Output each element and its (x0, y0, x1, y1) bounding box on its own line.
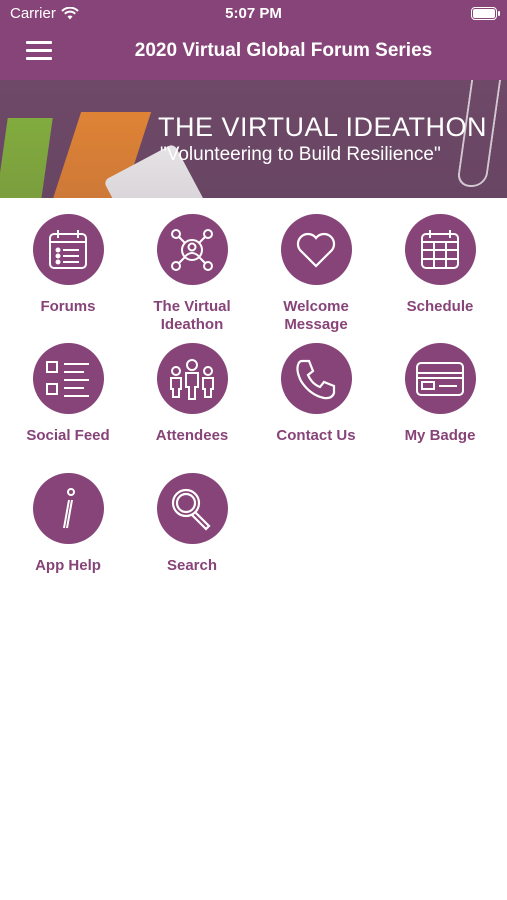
tile-label: Attendees (155, 427, 229, 444)
tile-welcome-message[interactable]: Welcome Message (254, 214, 378, 334)
calendar-grid-icon (404, 214, 476, 285)
info-icon (32, 473, 104, 544)
tile-my-badge[interactable]: My Badge (378, 343, 502, 445)
people-icon (156, 343, 228, 414)
clock: 5:07 PM (225, 5, 282, 22)
navigation-bar: 2020 Virtual Global Forum Series (0, 28, 507, 80)
feature-grid: Forums The Virtual Ideathon Welcome Mess… (0, 198, 507, 618)
tile-label: App Help (35, 557, 101, 574)
app-header: Carrier 5:07 PM 2020 Virtual Global Foru… (0, 0, 507, 80)
tile-label: Schedule (406, 298, 474, 315)
tile-label: Welcome Message (283, 298, 349, 333)
tile-label: Social Feed (26, 427, 110, 444)
battery-icon (471, 7, 500, 20)
checklist-icon (32, 343, 104, 414)
calendar-list-icon (32, 214, 104, 285)
heart-icon (280, 214, 352, 285)
tile-virtual-ideathon[interactable]: The Virtual Ideathon (130, 214, 254, 334)
tile-forums[interactable]: Forums (6, 214, 130, 316)
page-title: 2020 Virtual Global Forum Series (134, 40, 433, 61)
banner-headline: THE VIRTUAL IDEATHON (158, 112, 488, 142)
phone-icon (280, 343, 352, 414)
tile-schedule[interactable]: Schedule (378, 214, 502, 316)
badge-card-icon (404, 343, 476, 414)
tile-label: Forums (40, 298, 96, 315)
tile-label: My Badge (404, 427, 476, 444)
tile-label: The Virtual Ideathon (153, 298, 231, 333)
search-icon (156, 473, 228, 544)
status-bar: Carrier 5:07 PM (0, 0, 507, 28)
tile-social-feed[interactable]: Social Feed (6, 343, 130, 445)
tile-search[interactable]: Search (130, 473, 254, 575)
banner-tagline: "Volunteering to Build Resilience" (160, 144, 441, 165)
tile-label: Search (166, 557, 218, 574)
tile-attendees[interactable]: Attendees (130, 343, 254, 445)
event-banner: THE VIRTUAL IDEATHON "Volunteering to Bu… (0, 80, 507, 198)
tile-contact-us[interactable]: Contact Us (254, 343, 378, 445)
tile-label: Contact Us (276, 427, 356, 444)
network-person-icon (156, 214, 228, 285)
hamburger-menu-icon[interactable] (26, 41, 52, 61)
tile-app-help[interactable]: App Help (6, 473, 130, 575)
